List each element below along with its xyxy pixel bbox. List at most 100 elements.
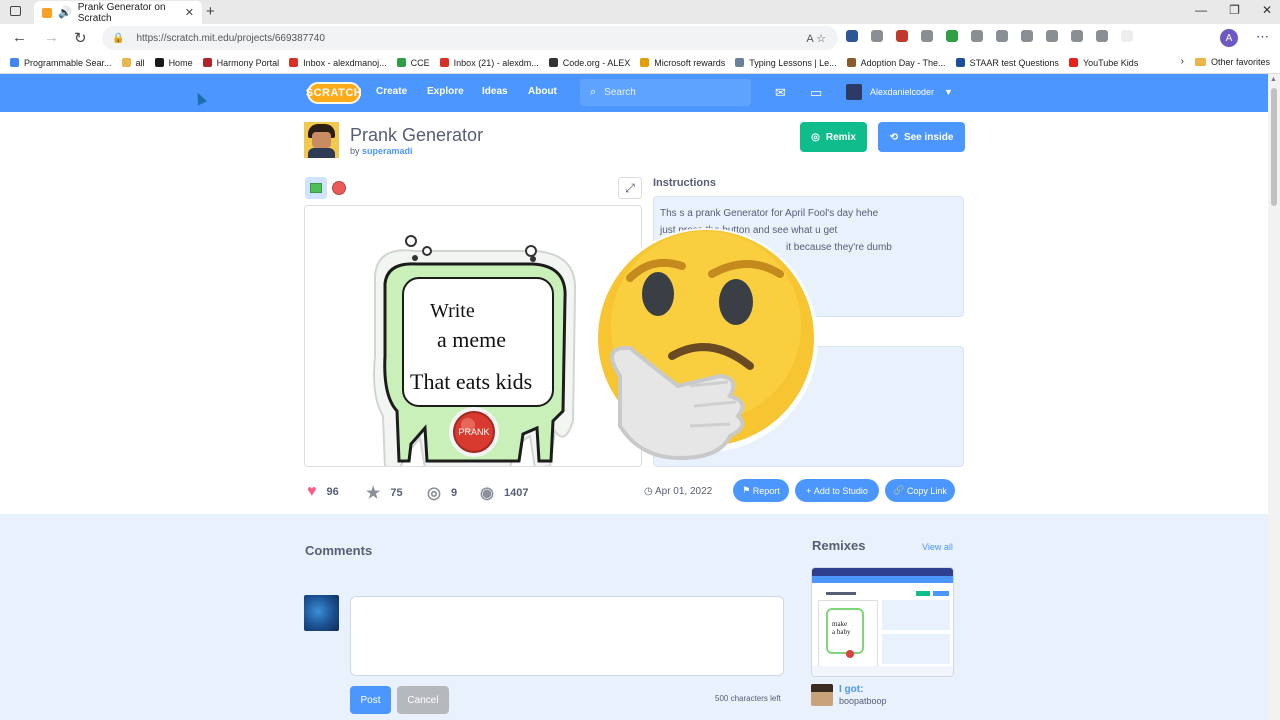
extensions-puzzle-icon[interactable] (996, 30, 1008, 42)
green-flag-icon (310, 183, 322, 193)
restore-icon[interactable]: ❐ (1229, 3, 1240, 17)
bookmark-item[interactable]: all (121, 57, 145, 68)
prank-button-label[interactable]: PRANK (458, 427, 489, 437)
bookmark-item[interactable]: Inbox - alexdmanoj... (289, 58, 387, 68)
bookmark-favicon-icon (121, 58, 131, 67)
copy-link-button[interactable]: 🔗 Copy Link (885, 479, 955, 502)
speaker-icon[interactable]: 🔊 (58, 6, 72, 19)
more-menu-icon[interactable]: ⋯ (1256, 29, 1269, 45)
browser-tab-bar: 🔊 Prank Generator on Scratch ✕ + — ❐ ✕ (0, 0, 1280, 24)
bookmark-item[interactable]: Code.org - ALEX (548, 58, 630, 68)
minimize-icon[interactable]: — (1195, 3, 1207, 17)
green-flag-button[interactable] (305, 177, 327, 199)
bookmark-item[interactable]: CCE (396, 57, 430, 68)
read-aloud-favorite-icons[interactable]: A ☆ (806, 32, 826, 45)
window-close-icon[interactable]: ✕ (1262, 3, 1272, 17)
instructions-text: Ths s a prank Generator for April Fool's… (653, 196, 964, 317)
scrollbar-thumb[interactable] (1271, 88, 1277, 206)
my-stuff-folder-icon[interactable]: ▭ (810, 85, 822, 101)
bookmark-item[interactable]: YouTube Kids (1068, 58, 1138, 68)
nav-about[interactable]: About (528, 86, 557, 97)
copy-link-label: Copy Link (906, 485, 947, 496)
bookmark-item[interactable]: Programmable Sear... (10, 58, 112, 68)
bookmark-item[interactable]: STAAR test Questions (955, 58, 1059, 68)
view-all-link[interactable]: View all (922, 542, 953, 552)
bookmarks-overflow-icon[interactable]: › (1181, 56, 1184, 67)
tab-close-icon[interactable]: ✕ (185, 6, 194, 19)
bookmark-item[interactable]: Harmony Portal (202, 58, 279, 68)
remix-title-link[interactable]: I got: (839, 684, 863, 695)
extension-icon[interactable] (846, 30, 858, 42)
report-label: Report (752, 485, 780, 496)
bookmark-favicon-icon (846, 58, 856, 67)
star-icon: ★ (366, 485, 381, 502)
url-field[interactable]: 🔒 https://scratch.mit.edu/projects/66938… (102, 26, 838, 50)
collections-icon[interactable] (1046, 30, 1058, 42)
bookmark-item[interactable]: Adoption Day - The... (846, 58, 946, 68)
bookmark-favicon-icon (548, 58, 558, 67)
favorites-count[interactable]: ★ 75 (366, 483, 403, 503)
extension-icon[interactable] (946, 30, 958, 42)
views-value: 1407 (503, 487, 529, 499)
bookmark-item[interactable]: Microsoft rewards (640, 58, 725, 68)
bookmark-item[interactable]: Typing Lessons | Le... (735, 58, 837, 68)
bookmark-item[interactable]: Home (154, 58, 193, 68)
history-icon[interactable] (1071, 30, 1083, 42)
bookmark-favicon-icon (154, 58, 164, 67)
stop-button[interactable] (332, 181, 346, 195)
extension-icon[interactable] (896, 30, 908, 42)
bookmark-label: all (135, 57, 145, 68)
post-button[interactable]: Post (350, 686, 391, 714)
remix-button[interactable]: ◎ Remix (800, 122, 867, 152)
other-favorites[interactable]: Other favorites (1194, 57, 1270, 67)
add-to-studio-button[interactable]: + Add to Studio (795, 479, 879, 502)
page-scrollbar[interactable]: ▲ (1268, 74, 1280, 720)
favorites-star-icon[interactable] (1021, 30, 1033, 42)
messages-icon[interactable]: ✉ (775, 85, 786, 101)
extension-icon[interactable] (871, 30, 883, 42)
cancel-button[interactable]: Cancel (397, 686, 449, 714)
address-bar-row: ← → ↻ 🔒 https://scratch.mit.edu/projects… (0, 24, 1280, 52)
forward-icon[interactable]: → (44, 29, 59, 46)
url-text: https://scratch.mit.edu/projects/6693877… (136, 32, 325, 44)
bookmark-label: Microsoft rewards (654, 57, 726, 68)
extension-icon[interactable] (1121, 30, 1133, 42)
search-input[interactable]: ⌕ Search (580, 79, 751, 106)
project-author-line: by superamadi (350, 146, 413, 156)
fullscreen-icon[interactable]: ⤢ (618, 177, 642, 199)
user-menu[interactable]: Alexdanielcoder ▼ (846, 84, 953, 100)
bookmark-item[interactable]: Inbox (21) - alexdm... (439, 58, 539, 68)
tab-actions-icon[interactable] (10, 6, 21, 16)
scratch-favicon-icon (42, 7, 52, 18)
nav-explore[interactable]: Explore (427, 86, 464, 97)
comment-textarea[interactable] (350, 596, 784, 676)
scroll-up-icon[interactable]: ▲ (1270, 76, 1277, 83)
loves-count[interactable]: ♥ 96 (307, 483, 339, 501)
author-avatar[interactable] (304, 122, 339, 158)
bookmark-label: CCE (410, 57, 430, 68)
scratch-logo[interactable]: SCRATCH (306, 82, 362, 104)
remix-author[interactable]: boopatboop (839, 696, 887, 706)
extension-icon[interactable] (921, 30, 933, 42)
extension-icon[interactable] (1096, 30, 1108, 42)
new-tab-icon[interactable]: + (206, 3, 215, 20)
back-icon[interactable]: ← (12, 29, 27, 46)
report-button[interactable]: ⚑ Report (733, 479, 789, 502)
bookmarks-bar: Programmable Sear... all Home Harmony Porta… (0, 52, 1280, 74)
author-link[interactable]: superamadi (362, 146, 413, 156)
nav-create[interactable]: Create (376, 86, 407, 97)
project-title: Prank Generator (350, 125, 484, 145)
project-stage[interactable]: Write a meme That eats kids PRANK (304, 205, 642, 467)
profile-avatar[interactable]: A (1220, 29, 1238, 47)
browser-tab[interactable]: 🔊 Prank Generator on Scratch ✕ (34, 1, 202, 24)
see-inside-button[interactable]: ⟲ See inside (878, 122, 965, 152)
folder-icon (1194, 58, 1206, 66)
nav-ideas[interactable]: Ideas (482, 86, 508, 97)
remix-author-avatar[interactable] (811, 684, 833, 706)
see-inside-label: See inside (903, 131, 954, 143)
extension-icon[interactable] (971, 30, 983, 42)
remix-thumbnail[interactable]: make a baby (811, 567, 954, 677)
stage-text-line3: That eats kids (410, 369, 532, 394)
instructions-line: just press the button and see what u get (660, 225, 838, 236)
refresh-icon[interactable]: ↻ (74, 29, 87, 47)
